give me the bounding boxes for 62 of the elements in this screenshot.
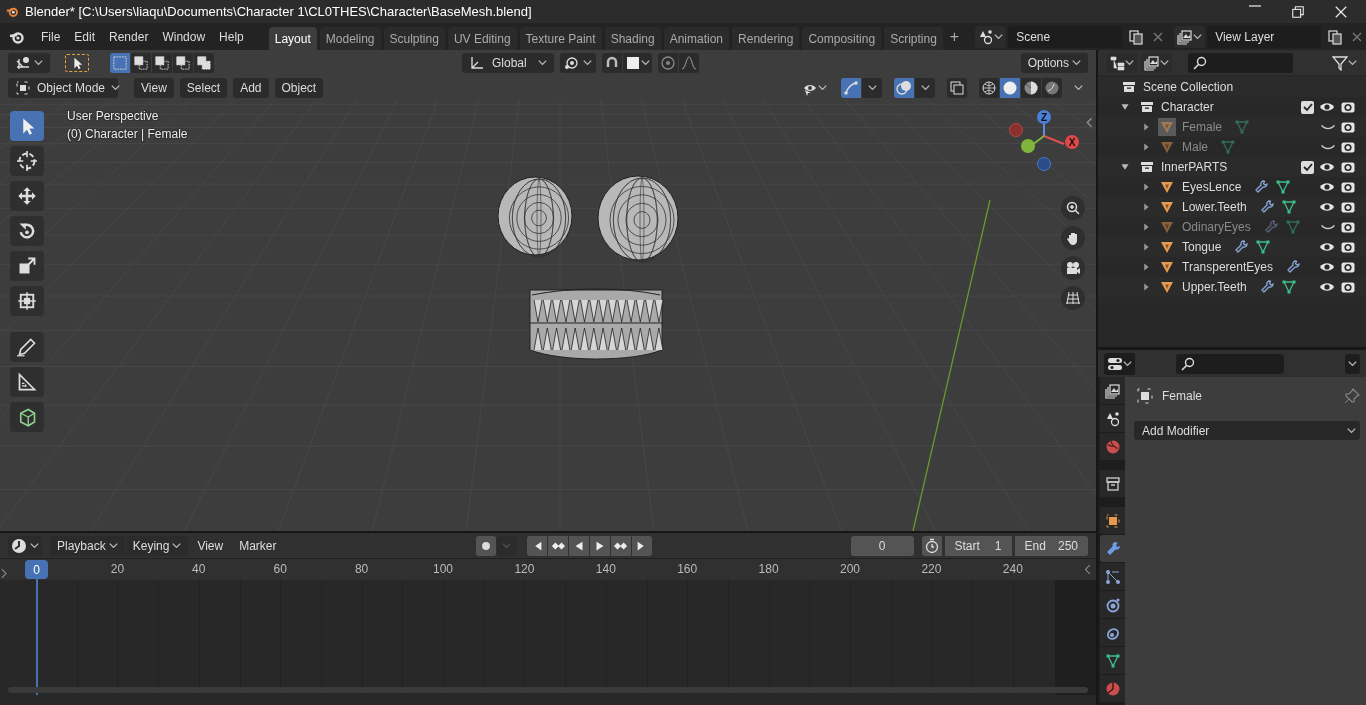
frame-number: 160	[677, 562, 698, 576]
outliner-item[interactable]: Female	[1182, 120, 1222, 134]
window-title: Blender* [C:\Users\liaqu\Documents\Character 1\CL0THES\Character\BaseMesh.blend]	[25, 4, 532, 19]
frame-number: 180	[758, 562, 779, 576]
timeline-dropdown[interactable]: Keying	[125, 535, 189, 556]
timeline-menu[interactable]: Marker	[232, 535, 284, 556]
frame-number: 20	[110, 562, 125, 576]
outliner-item[interactable]: Male	[1182, 140, 1208, 154]
navigation-gizmo[interactable]: Z X	[1006, 108, 1084, 188]
viewport-menu[interactable]: View	[134, 77, 174, 98]
workspace-tab[interactable]: Texture Paint	[519, 27, 602, 50]
outliner-item[interactable]: Upper.Teeth	[1182, 280, 1247, 294]
add-modifier-dropdown[interactable]: Add Modifier	[1134, 421, 1360, 440]
workspace-tab[interactable]: Scripting	[884, 27, 943, 50]
viewport-info-text: (0) Character | Female	[67, 127, 188, 141]
outliner-item[interactable]: EyesLence	[1182, 180, 1242, 194]
frame-number: 140	[595, 562, 616, 576]
workspace-tab[interactable]: UV Editing	[447, 27, 517, 50]
frame-number: 100	[433, 562, 453, 576]
timeline-dropdown[interactable]: Playback	[50, 535, 125, 556]
current-frame-field[interactable]: 0	[850, 535, 914, 556]
menu-item[interactable]: Window	[155, 29, 213, 44]
frame-number: 120	[514, 562, 535, 576]
end-frame-field[interactable]: End 250	[1014, 535, 1088, 556]
add-workspace-button[interactable]: +	[945, 27, 964, 46]
frame-number: 220	[921, 562, 942, 576]
workspace-tab[interactable]: Layout	[268, 27, 317, 50]
viewport-menu[interactable]: Add	[233, 77, 269, 98]
viewport-menu[interactable]: Object	[274, 77, 324, 98]
timeline-menu[interactable]: View	[190, 535, 231, 556]
outliner-item[interactable]: InnerPARTS	[1161, 160, 1228, 174]
frame-number: 40	[192, 562, 206, 576]
workspace-tab[interactable]: Sculpting	[383, 27, 445, 50]
start-frame-field[interactable]: Start 1	[944, 535, 1012, 556]
object-name: Female	[1162, 389, 1202, 403]
orientation-dropdown[interactable]: Global	[462, 52, 554, 73]
view-layer-field[interactable]: View Layer	[1207, 25, 1322, 48]
playhead-frame[interactable]: 0	[25, 560, 48, 579]
workspace-tab[interactable]: Modeling	[319, 27, 381, 50]
viewport-menu[interactable]: Select	[179, 77, 228, 98]
outliner-item[interactable]: Character	[1161, 100, 1214, 114]
outliner-item[interactable]: Scene Collection	[1143, 80, 1234, 94]
frame-number: 240	[1002, 562, 1023, 576]
frame-number: 200	[840, 562, 860, 576]
frame-number: 60	[273, 562, 287, 576]
menu-item[interactable]: Edit	[67, 29, 103, 44]
menu-item[interactable]: Render	[102, 29, 156, 44]
mode-dropdown[interactable]: Object Mode	[8, 77, 118, 98]
outliner-item[interactable]: TransperentEyes	[1182, 260, 1273, 274]
frame-number: 80	[354, 562, 369, 576]
outliner-item[interactable]: OdinaryEyes	[1182, 220, 1251, 234]
workspace-tab[interactable]: Compositing	[802, 27, 882, 50]
outliner-item[interactable]: Tongue	[1182, 240, 1222, 254]
menu-item[interactable]: File	[34, 29, 68, 44]
viewport-info-text: User Perspective	[67, 109, 160, 123]
outliner-item[interactable]: Lower.Teeth	[1182, 200, 1247, 214]
workspace-tab[interactable]: Shading	[604, 27, 661, 50]
menu-item[interactable]: Help	[212, 29, 251, 44]
options-dropdown[interactable]: Options	[1020, 52, 1088, 73]
scene-field[interactable]: Scene	[1008, 25, 1123, 48]
workspace-tab[interactable]: Animation	[663, 27, 730, 50]
workspace-tab[interactable]: Rendering	[732, 27, 800, 50]
